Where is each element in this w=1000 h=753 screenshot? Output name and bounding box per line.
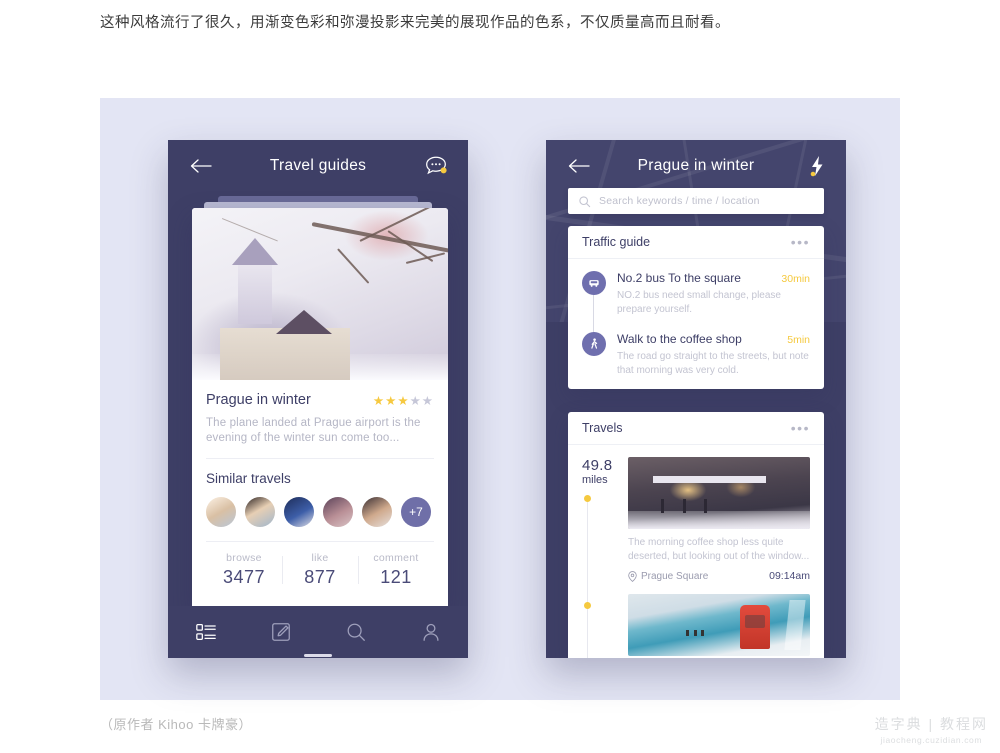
home-indicator: [304, 654, 332, 657]
travel-time: 09:14am: [769, 570, 810, 582]
search-icon[interactable]: [345, 621, 367, 643]
left-phone-mockup: Travel guides Prague in winter ★★★★★ The…: [168, 140, 468, 658]
chat-bubble-icon[interactable]: [424, 155, 448, 177]
watermark: 造字典 | 教程网 jiaocheng.cuzidian.com: [875, 714, 988, 745]
traffic-item-duration: 5min: [787, 334, 810, 346]
back-arrow-icon[interactable]: [568, 159, 590, 173]
travel-entry[interactable]: The morning coffee shop less quite deser…: [628, 457, 810, 582]
page-root: 这种风格流行了很久，用渐变色彩和弥漫投影来完美的展现作品的色系，不仅质量高而且耐…: [0, 0, 1000, 753]
bus-icon: [582, 271, 606, 295]
travels-card: Travels ••• 49.8 miles The morning coffe…: [568, 412, 824, 658]
page-title: Travel guides: [269, 157, 367, 174]
stats-row: browse 3477 like 877 comment 121: [206, 542, 434, 600]
card-body: Prague in winter ★★★★★ The plane landed …: [192, 380, 448, 610]
stat-value: 877: [304, 567, 336, 587]
avatar[interactable]: [206, 497, 236, 527]
search-input[interactable]: Search keywords / time / location: [599, 195, 760, 207]
walking-person-icon: [582, 332, 606, 356]
travel-photo[interactable]: [628, 594, 810, 656]
travel-description: The morning coffee shop less quite deser…: [628, 537, 810, 562]
more-dots-icon[interactable]: •••: [791, 235, 810, 249]
traffic-item-walk[interactable]: Walk to the coffee shop 5min The road go…: [582, 332, 810, 377]
card-title: Prague in winter: [206, 392, 311, 408]
avatar[interactable]: [362, 497, 392, 527]
location-pin-icon: [628, 570, 637, 582]
back-arrow-icon[interactable]: [190, 159, 212, 173]
travel-location-label: Prague Square: [641, 570, 709, 582]
travel-meta: Prague Square 09:14am: [628, 570, 810, 582]
traffic-item-bus[interactable]: No.2 bus To the square 30min NO.2 bus ne…: [582, 271, 810, 316]
list-grid-icon[interactable]: [195, 621, 217, 643]
travels-body: 49.8 miles The morning coffee shop less …: [568, 445, 824, 658]
bottom-tabbar: [168, 606, 468, 658]
stat-value: 3477: [222, 567, 266, 587]
stat-like: like 877: [282, 552, 358, 588]
traffic-item-description: The road go straight to the streets, but…: [617, 351, 809, 376]
rating-stars[interactable]: ★★★★★: [373, 393, 434, 408]
timeline-rail: [587, 502, 588, 658]
traffic-item-title: No.2 bus To the square: [617, 271, 741, 285]
distance-value: 49.8: [582, 457, 613, 474]
travel-location: Prague Square: [628, 571, 708, 582]
watermark-title: 造字典 | 教程网: [874, 716, 988, 732]
avatar-row: +7: [206, 497, 434, 527]
traffic-guide-card: Traffic guide ••• No.2 bus To the square…: [568, 226, 824, 389]
profile-person-icon[interactable]: [420, 621, 442, 643]
right-phone-header: Prague in winter: [546, 140, 846, 192]
showcase-panel: Travel guides Prague in winter ★★★★★ The…: [100, 98, 900, 700]
avatar[interactable]: [245, 497, 275, 527]
traffic-guide-header: Traffic guide •••: [568, 226, 824, 259]
travels-timeline: 49.8 miles: [582, 457, 628, 658]
card-description: The plane landed at Prague airport is th…: [206, 417, 421, 444]
card-hero-photo: [192, 208, 448, 380]
travels-header: Travels •••: [568, 412, 824, 445]
traffic-item-description: NO.2 bus need small change, please prepa…: [617, 290, 781, 315]
stat-label: browse: [226, 552, 262, 564]
stat-comment: comment 121: [358, 552, 434, 588]
search-bar[interactable]: Search keywords / time / location: [568, 188, 824, 214]
more-dots-icon[interactable]: •••: [791, 421, 810, 435]
similar-travels-title: Similar travels: [206, 471, 291, 486]
travels-title: Travels: [582, 421, 623, 435]
right-phone-mockup: Prague in winter Search keywords / time …: [546, 140, 846, 658]
timeline-dot: [584, 602, 591, 609]
watermark-url: jiaocheng.cuzidian.com: [880, 735, 983, 745]
distance-unit: miles: [582, 474, 608, 486]
page-title: Prague in winter: [637, 157, 755, 174]
stat-label: like: [311, 552, 329, 564]
travel-entries: The morning coffee shop less quite deser…: [628, 457, 810, 656]
lightning-bolt-icon[interactable]: [809, 155, 825, 177]
travel-guide-card[interactable]: Prague in winter ★★★★★ The plane landed …: [192, 208, 448, 610]
travel-photo[interactable]: [628, 457, 810, 529]
credit-caption: （原作者 Kihoo 卡牌豪）: [100, 717, 252, 732]
avatar[interactable]: [284, 497, 314, 527]
search-icon: [579, 195, 591, 207]
left-phone-header: Travel guides: [168, 140, 468, 192]
traffic-item-title: Walk to the coffee shop: [617, 332, 742, 346]
traffic-item-duration: 30min: [781, 273, 810, 285]
stat-value: 121: [380, 567, 412, 587]
compose-edit-icon[interactable]: [270, 621, 292, 643]
intro-caption: 这种风格流行了很久，用渐变色彩和弥漫投影来完美的展现作品的色系，不仅质量高而且耐…: [100, 15, 730, 31]
stat-label: comment: [373, 552, 419, 564]
traffic-guide-body: No.2 bus To the square 30min NO.2 bus ne…: [568, 259, 824, 389]
traffic-guide-title: Traffic guide: [582, 235, 651, 249]
avatar-overflow-badge[interactable]: +7: [401, 497, 431, 527]
avatar[interactable]: [323, 497, 353, 527]
stat-browse: browse 3477: [206, 552, 282, 588]
timeline-dot: [584, 495, 591, 502]
